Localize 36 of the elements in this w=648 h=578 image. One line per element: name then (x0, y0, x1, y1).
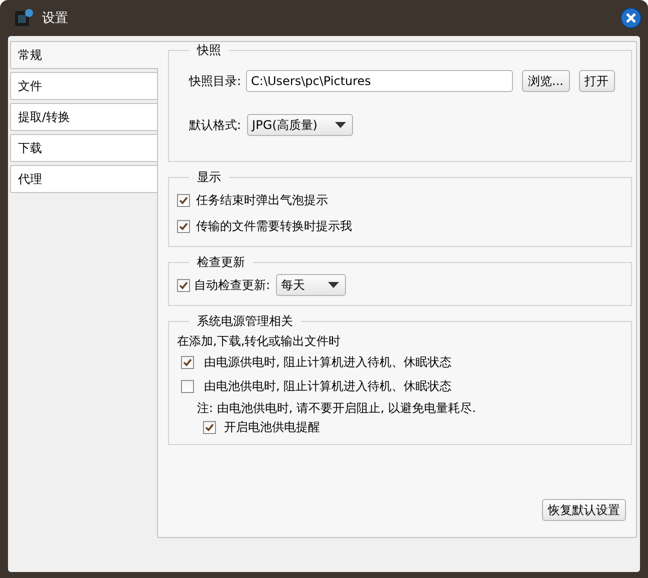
interval-dropdown[interactable]: 每天 (276, 274, 346, 296)
note-text: 注: 由电池供电时, 请不要开启阻止, 以避免电量耗尽. (196, 400, 476, 416)
checkbox[interactable] (177, 278, 190, 292)
group-title: 检查更新 (196, 254, 246, 271)
app-icon (14, 8, 34, 28)
checkbox[interactable] (181, 380, 194, 392)
dialog-button[interactable]: 打开 (578, 70, 614, 92)
format-dropdown[interactable]: JPG(高质量) (247, 114, 354, 136)
sidebar-tab[interactable]: 提取/转换 (10, 103, 157, 131)
checkbox-label: 传输的文件需要转换时提示我 (196, 218, 352, 234)
checkbox-label: 自动检查更新: (194, 276, 270, 294)
group-title: 系统电源管理相关 (196, 313, 294, 330)
group-title: 快照 (196, 42, 222, 59)
checkbox-label: 由电池供电时, 阻止计算机进入待机、休眠状态 (204, 378, 452, 394)
caret-icon (335, 122, 346, 128)
sidebar-tab[interactable]: 文件 (10, 72, 157, 100)
checkbox[interactable] (181, 356, 194, 368)
checkbox-label: 任务结束时弹出气泡提示 (196, 192, 328, 208)
dialog-button[interactable]: 浏览... (522, 70, 570, 92)
reset-defaults-button[interactable]: 恢复默认设置 (542, 499, 626, 521)
checkbox-label: 由电源供电时, 阻止计算机进入待机、休眠状态 (204, 354, 452, 370)
sidebar-tab[interactable]: 下载 (10, 134, 157, 162)
field-label: 快照目录: (188, 72, 242, 90)
description-text: 在添加,下载,转化或输出文件时 (177, 332, 341, 350)
path-field[interactable]: C:\Users\pc\Pictures (246, 70, 514, 92)
checkbox[interactable] (177, 220, 190, 232)
close-icon[interactable] (620, 7, 642, 29)
checkbox[interactable] (203, 420, 216, 434)
sidebar-tab[interactable]: 代理 (10, 165, 157, 193)
sidebar-tab[interactable]: 常规 (10, 41, 158, 69)
checkbox[interactable] (177, 194, 190, 206)
caret-icon (328, 282, 340, 288)
window-title: 设置 (42, 10, 68, 27)
field-label: 默认格式: (188, 116, 242, 134)
group-title: 显示 (196, 169, 222, 186)
checkbox-label: 开启电池供电提醒 (224, 418, 320, 436)
